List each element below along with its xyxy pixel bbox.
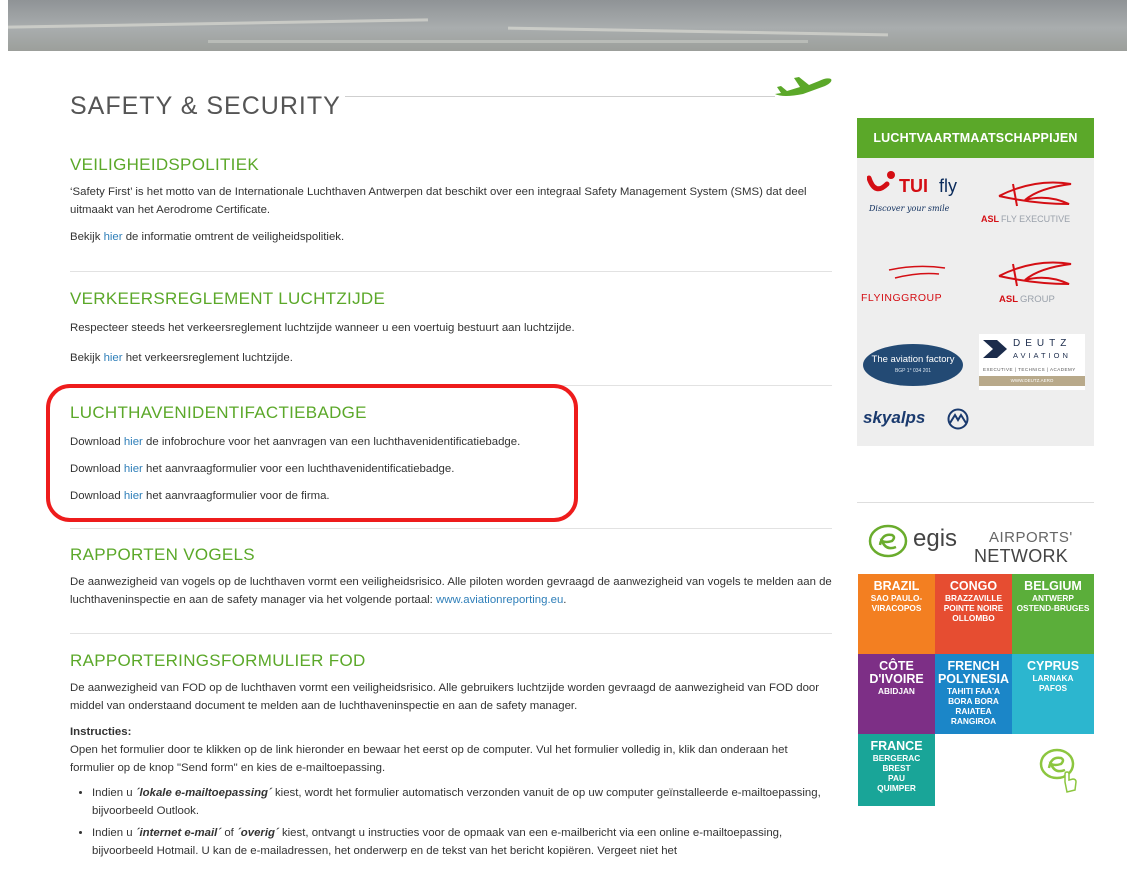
- text: .: [563, 594, 567, 606]
- title-divider: [345, 96, 775, 97]
- tui-smile-icon: [867, 171, 895, 192]
- network-tile-belgium[interactable]: BELGIUM ANTWERP OSTEND-BRUGES: [1012, 574, 1094, 654]
- section-paragraph: Respecteer steeds het verkeersreglement …: [70, 322, 575, 334]
- section-divider: [70, 271, 832, 272]
- flyinggroup-logo[interactable]: FLYINGGROUP: [861, 258, 973, 308]
- asl-text: ASL: [999, 294, 1018, 305]
- tile-country: CYPRUS: [1026, 659, 1080, 673]
- list-item: Indien u ´internet e-mail´ of ´overig´ k…: [92, 824, 832, 860]
- tile-country: CONGO: [949, 579, 998, 593]
- text: Indien u: [92, 827, 136, 839]
- hier-link[interactable]: hier: [104, 352, 123, 364]
- text: Bekijk: [70, 352, 104, 364]
- deutz-small-text: EXECUTIVE | TECHNICS | ACADEMY: [983, 367, 1076, 372]
- flyinggroup-swoosh-icon: [888, 265, 946, 279]
- skyalps-text: skyalps: [863, 408, 926, 427]
- tile-cities: BERGERAC BREST PAU QUIMPER: [872, 753, 921, 793]
- deutz-text: DEUTZ: [1013, 338, 1072, 349]
- skyalps-logo[interactable]: skyalps: [863, 406, 983, 434]
- instructions-text: Open het formulier door te klikken op de…: [70, 744, 788, 774]
- egis-airports-text: AIRPORTS': [989, 529, 1073, 546]
- network-tile-congo[interactable]: CONGO BRAZZAVILLE POINTE NOIRE OLLOMBO: [935, 574, 1012, 654]
- deutz-arrow-icon: [983, 340, 1007, 358]
- tile-country: CÔTE D'IVOIRE: [869, 659, 924, 686]
- section-link-line: Bekijk hier de informatie omtrent de vei…: [70, 228, 832, 246]
- section-heading: VERKEERSREGLEMENT LUCHTZIJDE: [70, 289, 386, 308]
- tui-tagline: Discover your smile: [869, 204, 950, 213]
- aviation-factory-subtext: BGP 1° 034 201: [894, 368, 932, 374]
- tile-country: BRAZIL: [873, 579, 920, 593]
- egis-logo-icon: [868, 524, 908, 558]
- text: Indien u: [92, 787, 136, 799]
- skyalps-mountain-icon: [947, 408, 969, 430]
- section-link-line: Bekijk hier het verkeersreglement luchtz…: [70, 349, 832, 367]
- deutz-url-bar: WWW.DEUTZ.AERO: [979, 376, 1085, 386]
- network-tile-c-te-d-ivoire[interactable]: CÔTE D'IVOIRE ABIDJAN: [858, 654, 935, 734]
- section-heading: RAPPORTERINGSFORMULIER FOD: [70, 651, 366, 670]
- tile-country: BELGIUM: [1024, 579, 1082, 593]
- instructions-title: Instructies:: [70, 726, 132, 738]
- section-rapporten-vogels: RAPPORTEN VOGELS De aanwezigheid van vog…: [70, 545, 832, 609]
- airlines-panel: LUCHTVAARTMAATSCHAPPIJEN TUI fly Discove…: [857, 118, 1094, 446]
- tui-fly-logo[interactable]: TUI fly Discover your smile: [865, 170, 975, 230]
- deutz-url: WWW.DEUTZ.AERO: [1010, 378, 1054, 383]
- deutz-aviation-text: AVIATION: [1013, 351, 1071, 360]
- egis-hand-click-icon[interactable]: [1035, 746, 1085, 796]
- network-tile-france[interactable]: FRANCE BERGERAC BREST PAU QUIMPER: [858, 734, 935, 806]
- instructions-list: Indien u ´lokale e-mailtoepassing´ kiest…: [70, 784, 832, 860]
- tile-country: FRANCE: [870, 739, 923, 753]
- text: de informatie omtrent de veiligheidspoli…: [122, 231, 345, 243]
- network-tile-brazil[interactable]: BRAZIL SAO PAULO- VIRACOPOS: [858, 574, 935, 654]
- tile-country: FRENCH POLYNESIA: [937, 659, 1010, 686]
- aviationreporting-link[interactable]: www.aviationreporting.eu: [436, 594, 563, 606]
- section-divider: [70, 528, 832, 529]
- asl-bird-icon: [998, 181, 1072, 207]
- section-paragraph: De aanwezigheid van vogels op de luchtha…: [70, 573, 832, 609]
- deutz-aviation-logo[interactable]: DEUTZ AVIATION EXECUTIVE | TECHNICS | AC…: [979, 334, 1085, 390]
- tile-cities: TAHITI FAA'A BORA BORA RAIATEA RANGIROA: [947, 686, 1000, 726]
- emphasis: ´overig´: [237, 827, 279, 839]
- section-verkeersreglement: VERKEERSREGLEMENT LUCHTZIJDE Respecteer …: [70, 289, 832, 367]
- asl-group-logo[interactable]: ASL GROUP: [981, 250, 1091, 310]
- text: Bekijk: [70, 231, 104, 243]
- network-tile-cyprus[interactable]: CYPRUS LARNAKA PAFOS: [1012, 654, 1094, 734]
- asl-fly-executive-logo[interactable]: ASL FLY EXECUTIVE: [981, 170, 1091, 230]
- sidebar-divider: [857, 502, 1094, 503]
- list-item: Indien u ´lokale e-mailtoepassing´ kiest…: [92, 784, 832, 820]
- flyinggroup-text: FLYINGGROUP: [861, 292, 943, 304]
- section-veiligheidspolitiek: VEILIGHEIDSPOLITIEK ‘Safety First’ is he…: [70, 155, 832, 246]
- aviation-factory-text: The aviation factory: [871, 354, 955, 365]
- section-heading: VEILIGHEIDSPOLITIEK: [70, 155, 259, 174]
- text: het verkeersreglement luchtzijde.: [122, 352, 293, 364]
- fly-executive-text: FLY EXECUTIVE: [1001, 214, 1071, 224]
- section-divider: [70, 633, 832, 634]
- emphasis: ´lokale e-mailtoepassing´: [135, 787, 272, 799]
- tile-cities: ABIDJAN: [878, 686, 915, 696]
- aviation-factory-logo[interactable]: The aviation factory BGP 1° 034 201: [863, 344, 963, 386]
- airplane-icon: [775, 77, 832, 96]
- hero-banner-image: [8, 0, 1127, 51]
- network-tile-french-polynesia[interactable]: FRENCH POLYNESIA TAHITI FAA'A BORA BORA RAIA…: [935, 654, 1012, 734]
- egis-brand-text: egis: [913, 525, 958, 552]
- fly-text: fly: [939, 176, 957, 196]
- highlight-annotation: [46, 384, 578, 522]
- tile-cities: SAO PAULO- VIRACOPOS: [870, 593, 923, 613]
- section-heading: RAPPORTEN VOGELS: [70, 545, 255, 564]
- tui-text: TUI: [899, 176, 928, 196]
- emphasis: ´internet e-mail´: [135, 827, 222, 839]
- egis-network-text: NETWORK: [974, 546, 1069, 566]
- section-fod: RAPPORTERINGSFORMULIER FOD De aanwezighe…: [70, 651, 832, 864]
- airlines-header: LUCHTVAARTMAATSCHAPPIJEN: [857, 118, 1094, 158]
- tile-cities: LARNAKA PAFOS: [1032, 673, 1074, 693]
- asl-text: ASL: [981, 214, 999, 224]
- hier-link[interactable]: hier: [104, 231, 123, 243]
- asl-bird-icon: [998, 261, 1072, 287]
- group-text: GROUP: [1020, 294, 1055, 305]
- tile-cities: ANTWERP OSTEND-BRUGES: [1016, 593, 1090, 613]
- text: of: [224, 827, 237, 839]
- section-paragraph: ‘Safety First’ is het motto van de Inter…: [70, 186, 807, 216]
- page-title: SAFETY & SECURITY: [70, 91, 341, 120]
- section-paragraph: De aanwezigheid van FOD op de luchthaven…: [70, 682, 820, 712]
- tile-cities: BRAZZAVILLE POINTE NOIRE OLLOMBO: [943, 593, 1004, 623]
